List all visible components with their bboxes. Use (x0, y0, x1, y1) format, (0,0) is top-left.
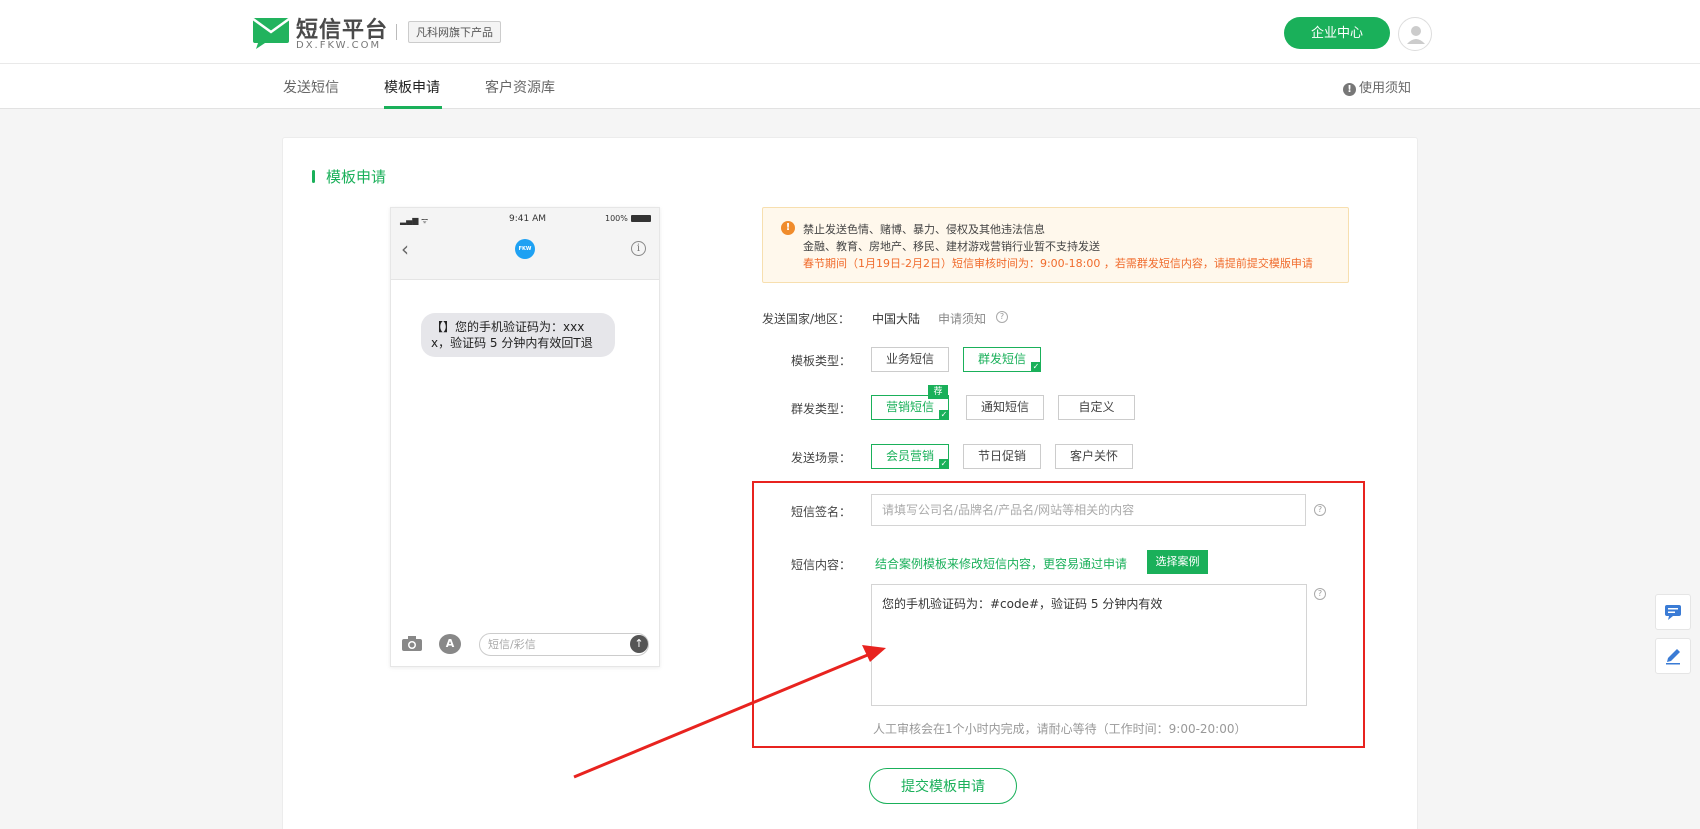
warning-notice: ! 禁止发送色情、赌博、暴力、侵权及其他违法信息 金融、教育、房地产、移民、建材… (762, 207, 1349, 283)
feedback-float-button[interactable] (1655, 638, 1691, 674)
battery-label: 100% (605, 214, 628, 223)
annotation-highlight-box (752, 481, 1365, 748)
camera-icon (402, 636, 422, 651)
usage-guide-link[interactable]: ! 使用须知 (1343, 77, 1411, 96)
back-icon: ‹ (401, 237, 409, 261)
warning-line-3: 春节期间（1月19日-2月2日）短信审核时间为：9:00-18:00 ，若需群发… (803, 257, 1313, 270)
mass-type-label: 群发类型： (791, 402, 852, 416)
title-accent-bar (312, 170, 315, 183)
message-bubble: 【】您的手机验证码为：xxx x，验证码 5 分钟内有效回T退 (421, 313, 615, 357)
warning-icon: ! (781, 221, 795, 235)
warning-line-1: 禁止发送色情、赌博、暴力、侵权及其他违法信息 (803, 223, 1045, 236)
tab-send-sms[interactable]: 发送短信 (283, 77, 339, 97)
option-mass-sms[interactable]: 群发短信 (963, 347, 1041, 372)
country-value: 中国大陆 (872, 312, 921, 326)
template-type-label: 模板类型： (791, 354, 852, 368)
app-store-icon: A (439, 634, 461, 654)
option-business-sms[interactable]: 业务短信 (871, 347, 949, 372)
signal-wifi-icon: ▂▄▆ ᯤ (400, 216, 429, 225)
phone-header: ▂▄▆ ᯤ 9:41 AM 100% ‹ FKW i (391, 208, 659, 280)
page-title: 模板申请 (326, 168, 387, 186)
info-icon: ! (1343, 83, 1356, 96)
enterprise-center-button[interactable]: 企业中心 (1284, 17, 1390, 49)
sender-avatar: FKW (515, 239, 535, 259)
info-icon: i (631, 241, 646, 256)
scene-label: 发送场景： (791, 451, 852, 465)
logo-divider (396, 24, 397, 40)
phone-preview: ▂▄▆ ᯤ 9:41 AM 100% ‹ FKW i 【】您的手机验证码为：xx… (390, 207, 660, 667)
recommend-badge: 荐 (928, 385, 948, 399)
phone-message-input: 短信/彩信 (479, 633, 649, 656)
usage-guide-label: 使用须知 (1359, 81, 1412, 96)
nav-bar: 发送短信 模板申请 客户资源库 ! 使用须知 (0, 64, 1700, 109)
pen-icon (1666, 649, 1680, 665)
phone-compose-bar: A 短信/彩信 ↑ (391, 630, 659, 666)
application-notes-link[interactable]: 申请须知 (938, 310, 986, 327)
country-label: 发送国家/地区： (762, 312, 851, 326)
send-arrow-icon: ↑ (630, 635, 648, 653)
battery-indicator: 100% (605, 214, 651, 223)
user-icon (1407, 26, 1425, 44)
tab-template-apply[interactable]: 模板申请 (384, 77, 440, 97)
option-holiday-promotion[interactable]: 节日促销 (963, 444, 1041, 469)
phone-time: 9:41 AM (509, 214, 546, 224)
avatar[interactable] (1398, 17, 1432, 51)
option-custom[interactable]: 自定义 (1058, 395, 1135, 420)
battery-icon (630, 215, 651, 222)
active-tab-indicator (384, 106, 442, 109)
chat-icon (1665, 605, 1681, 620)
option-customer-care[interactable]: 客户关怀 (1055, 444, 1133, 469)
mail-logo-icon (252, 17, 290, 49)
logo-subtitle: DX.FKW.COM (296, 40, 382, 51)
tab-customer-library[interactable]: 客户资源库 (485, 77, 555, 97)
help-icon[interactable]: ? (996, 311, 1008, 323)
chat-float-button[interactable] (1655, 594, 1691, 630)
warning-line-2: 金融、教育、房地产、移民、建材游戏营销行业暂不支持发送 (803, 240, 1100, 253)
submit-template-button[interactable]: 提交模板申请 (869, 768, 1017, 804)
option-member-marketing[interactable]: 会员营销 (871, 444, 949, 469)
logo-tag: 凡科网旗下产品 (408, 21, 501, 43)
option-notification-sms[interactable]: 通知短信 (966, 395, 1044, 420)
